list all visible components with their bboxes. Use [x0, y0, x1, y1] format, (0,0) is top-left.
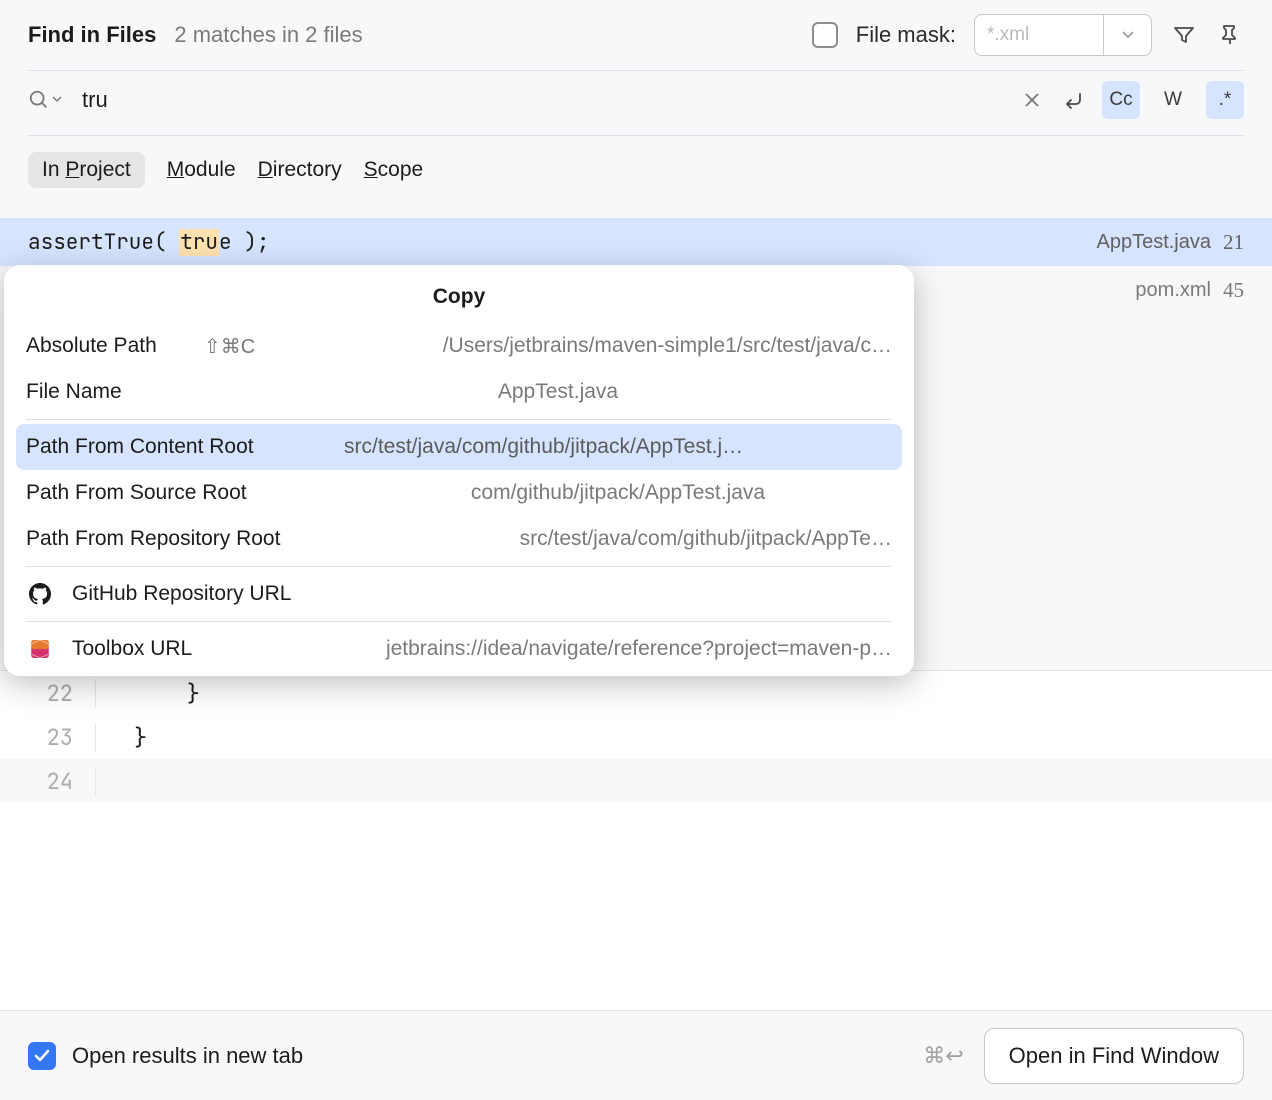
- file-mask-checkbox[interactable]: [812, 22, 838, 48]
- copy-item-label: Path From Repository Root: [26, 527, 336, 551]
- copy-item-label: Path From Content Root: [26, 435, 306, 459]
- result-file: AppTest.java: [1096, 231, 1211, 254]
- copy-item-label: Toolbox URL: [72, 637, 192, 661]
- toolbox-icon: [26, 638, 54, 660]
- dialog-header: Find in Files 2 matches in 2 files File …: [0, 0, 1272, 70]
- editor-line[interactable]: 22 }: [0, 671, 1272, 715]
- code-text: }: [96, 679, 200, 708]
- copy-item-value: com/github/jitpack/AppTest.java: [344, 481, 892, 505]
- result-row[interactable]: assertTrue( true ); AppTest.java 21: [0, 218, 1272, 266]
- check-icon: [33, 1047, 51, 1065]
- search-icon: [28, 89, 50, 111]
- copy-item-label: GitHub Repository URL: [72, 582, 291, 606]
- copy-item-shortcut: ⇧⌘C: [204, 334, 255, 359]
- chevron-down-icon: [1121, 28, 1135, 42]
- copy-item-value: /Users/jetbrains/maven-simple1/src/test/…: [293, 334, 892, 358]
- close-icon: [1024, 92, 1040, 108]
- chevron-down-icon: [52, 95, 62, 105]
- copy-item-value: AppTest.java: [224, 380, 892, 404]
- result-line: 21: [1223, 230, 1244, 255]
- regex-toggle[interactable]: .*: [1206, 81, 1244, 119]
- copy-item-label: Absolute Path: [26, 334, 186, 358]
- dialog-title: Find in Files: [28, 22, 156, 48]
- copy-item-value: jetbrains://idea/navigate/reference?proj…: [230, 637, 892, 661]
- copy-item-value: src/test/java/com/github/jitpack/AppTe…: [374, 527, 892, 551]
- line-number: 24: [0, 767, 96, 796]
- result-line: 45: [1223, 278, 1244, 303]
- copy-item-value: src/test/java/com/github/jitpack/AppTest…: [344, 435, 892, 459]
- copy-item-label: File Name: [26, 380, 186, 404]
- bottom-actions: ⌘↩ Open in Find Window: [923, 1028, 1244, 1084]
- editor-line[interactable]: 24: [0, 759, 1272, 803]
- search-input[interactable]: tru: [74, 87, 1006, 113]
- open-in-tab-checkbox[interactable]: [28, 1042, 56, 1070]
- clear-button[interactable]: [1018, 86, 1046, 114]
- github-icon: [26, 583, 54, 605]
- scope-directory[interactable]: Directory: [258, 152, 342, 188]
- line-number: 23: [0, 723, 96, 752]
- newline-toggle[interactable]: [1060, 86, 1088, 114]
- search-actions: Cc W .*: [1018, 81, 1244, 119]
- shortcut-hint: ⌘↩: [923, 1043, 963, 1069]
- separator: [26, 566, 892, 567]
- scope-tabs: In Project Module Directory Scope: [0, 136, 1272, 204]
- editor-preview: 22 } 23 } 24: [0, 670, 1272, 1010]
- return-icon: [1062, 88, 1086, 112]
- scope-in-project[interactable]: In Project: [28, 152, 145, 188]
- copy-item-file-name[interactable]: File Name AppTest.java: [4, 369, 914, 415]
- scope-scope[interactable]: Scope: [364, 152, 424, 188]
- open-in-find-window-button[interactable]: Open in Find Window: [984, 1028, 1244, 1084]
- match-count: 2 matches in 2 files: [174, 22, 362, 48]
- copy-popup: Copy Absolute Path ⇧⌘C /Users/jetbrains/…: [4, 265, 914, 676]
- editor-line[interactable]: 23 }: [0, 715, 1272, 759]
- scope-module[interactable]: Module: [167, 152, 236, 188]
- copy-item-toolbox-url[interactable]: Toolbox URL jetbrains://idea/navigate/re…: [4, 626, 914, 672]
- copy-item-repo-root[interactable]: Path From Repository Root src/test/java/…: [4, 516, 914, 562]
- whole-word-toggle[interactable]: W: [1154, 81, 1192, 119]
- pin-icon: [1218, 23, 1242, 47]
- file-mask-wrapper: *.xml: [974, 14, 1152, 56]
- copy-item-github-url[interactable]: GitHub Repository URL: [4, 571, 914, 617]
- search-row: tru Cc W .*: [0, 71, 1272, 135]
- bottom-bar: Open results in new tab ⌘↩ Open in Find …: [0, 1010, 1272, 1100]
- copy-item-absolute-path[interactable]: Absolute Path ⇧⌘C /Users/jetbrains/maven…: [4, 323, 914, 369]
- header-controls: File mask: *.xml: [812, 14, 1244, 56]
- line-number: 22: [0, 679, 96, 708]
- result-file: pom.xml: [1135, 279, 1211, 302]
- open-in-tab-label: Open results in new tab: [72, 1043, 303, 1069]
- file-mask-dropdown[interactable]: [1104, 14, 1152, 56]
- search-icon-button[interactable]: [28, 89, 62, 111]
- result-code: assertTrue( true );: [28, 229, 1084, 256]
- file-mask-input[interactable]: *.xml: [974, 14, 1104, 56]
- copy-popup-title: Copy: [4, 273, 914, 323]
- separator: [26, 621, 892, 622]
- case-sensitive-toggle[interactable]: Cc: [1102, 81, 1140, 119]
- filter-icon: [1172, 23, 1196, 47]
- copy-item-content-root[interactable]: Path From Content Root src/test/java/com…: [16, 424, 902, 470]
- copy-item-source-root[interactable]: Path From Source Root com/github/jitpack…: [4, 470, 914, 516]
- code-text: }: [96, 723, 147, 752]
- file-mask-label: File mask:: [856, 22, 956, 48]
- filter-button[interactable]: [1170, 21, 1198, 49]
- copy-item-label: Path From Source Root: [26, 481, 306, 505]
- separator: [26, 419, 892, 420]
- pin-button[interactable]: [1216, 21, 1244, 49]
